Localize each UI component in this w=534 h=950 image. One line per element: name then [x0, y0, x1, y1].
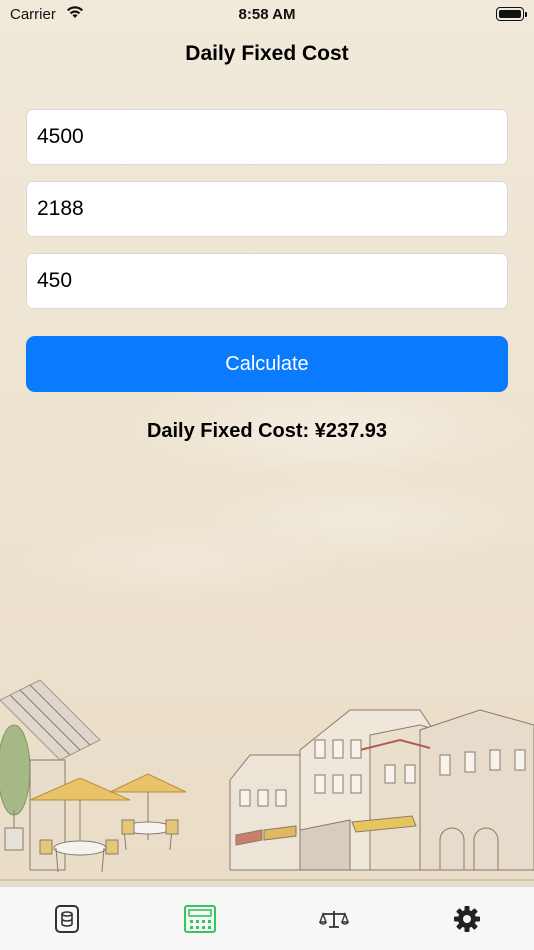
- calculate-button[interactable]: Calculate: [26, 336, 508, 392]
- tab-database[interactable]: [0, 887, 134, 950]
- street-cafe-illustration: [0, 679, 534, 881]
- amount-field-1[interactable]: [26, 109, 508, 165]
- battery-icon: [496, 7, 527, 21]
- tab-calculator[interactable]: [134, 887, 268, 950]
- tab-settings[interactable]: [401, 887, 534, 950]
- database-icon: [54, 905, 79, 933]
- amount-field-3[interactable]: [26, 253, 508, 309]
- amount-field-2[interactable]: [26, 181, 508, 237]
- tab-bar: [0, 886, 534, 950]
- clock: 8:58 AM: [238, 6, 296, 23]
- gear-icon: [454, 906, 481, 932]
- scale-icon: [318, 911, 349, 928]
- page-title: Daily Fixed Cost: [185, 42, 349, 65]
- status-bar: Carrier 8:58 AM: [0, 0, 534, 28]
- result-label: Daily Fixed Cost: ¥237.93: [146, 420, 388, 442]
- tab-scale[interactable]: [267, 887, 401, 950]
- calculator-icon: [184, 905, 217, 933]
